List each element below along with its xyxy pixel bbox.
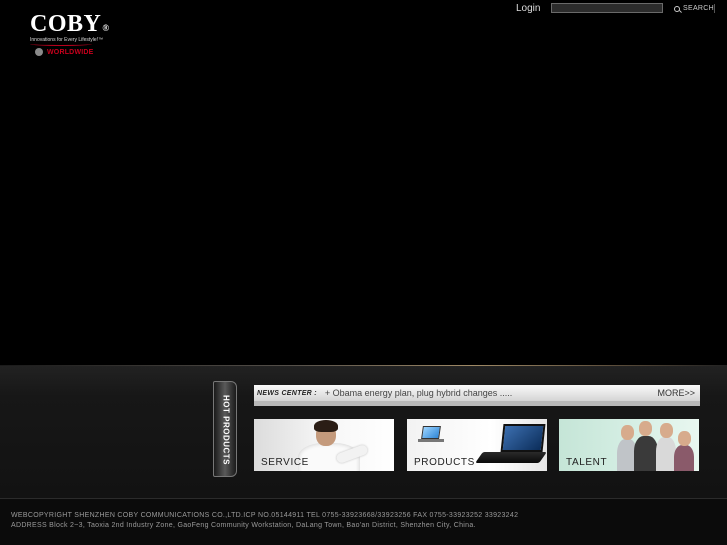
- logo-tagline: Innovations for Every Lifestyle!™: [30, 37, 104, 43]
- search-icon: [674, 5, 680, 12]
- search-input[interactable]: [551, 3, 663, 13]
- globe-icon: [35, 48, 43, 56]
- news-more-link[interactable]: MORE>>: [657, 388, 695, 398]
- login-link[interactable]: Login: [516, 3, 540, 14]
- products-label: PRODUCTS: [414, 457, 475, 468]
- talent-card[interactable]: TALENT: [559, 419, 699, 471]
- service-person-hair: [314, 420, 338, 432]
- news-headline-link[interactable]: + Obama energy plan, plug hybrid changes…: [325, 388, 512, 398]
- worldwide-link[interactable]: WORLDWIDE: [35, 48, 110, 56]
- logo-text: COBY: [30, 11, 102, 37]
- hot-products-tab[interactable]: HOT PRODUCTS: [213, 381, 237, 477]
- small-laptop-screen: [421, 426, 441, 439]
- service-card[interactable]: SERVICE: [254, 419, 394, 471]
- footer-address: ADDRESS Block 2~3, Taoxia 2nd Industry Z…: [11, 522, 476, 529]
- laptop-keyboard: [475, 452, 547, 463]
- service-label: SERVICE: [261, 457, 309, 468]
- news-center-label: NEWS CENTER :: [257, 389, 317, 397]
- small-laptop-base: [418, 439, 444, 442]
- coby-logo[interactable]: COBY® Innovations for Every Lifestyle!™ …: [30, 12, 110, 56]
- laptop-screen: [500, 424, 546, 452]
- hot-products-label: HOT PRODUCTS: [221, 395, 231, 465]
- news-center-bar: NEWS CENTER : + Obama energy plan, plug …: [254, 385, 700, 401]
- news-underbar: [254, 401, 700, 406]
- talent-label: TALENT: [566, 457, 608, 468]
- search-button[interactable]: SEARCH: [674, 5, 714, 12]
- worldwide-label: WORLDWIDE: [47, 48, 94, 56]
- footer-copyright: WEBCOPYRIGHT SHENZHEN COBY COMMUNICATION…: [11, 512, 519, 519]
- registered-mark: ®: [102, 23, 110, 33]
- products-card[interactable]: PRODUCTS: [407, 419, 547, 471]
- header-divider: [714, 4, 715, 13]
- search-label: SEARCH: [683, 5, 714, 12]
